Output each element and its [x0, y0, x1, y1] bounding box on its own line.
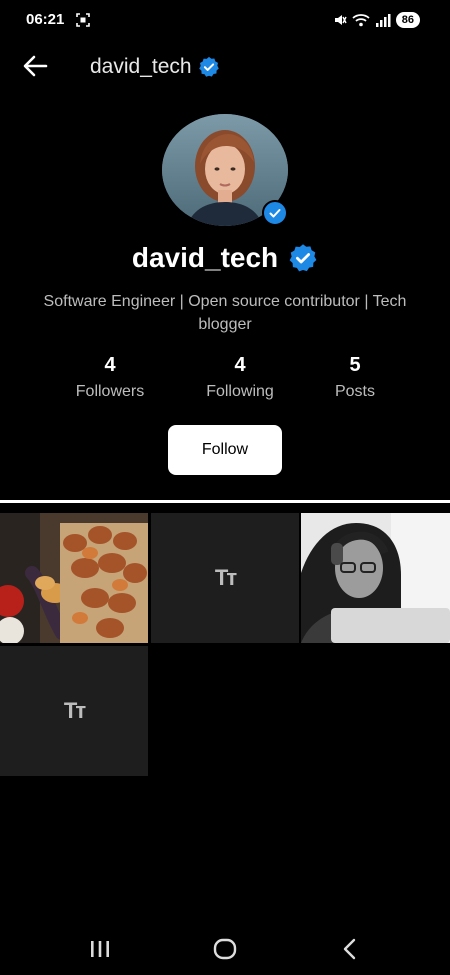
profile-name-row: david_tech	[0, 242, 450, 274]
wifi-icon	[352, 14, 370, 27]
post-thumbnail-person[interactable]	[301, 513, 450, 643]
profile-stats: 4 Followers 4 Following 5 Posts	[0, 354, 450, 410]
verified-badge-icon	[198, 56, 219, 77]
text-post-icon: Tт	[63, 698, 86, 723]
following-count: 4	[234, 354, 246, 376]
stat-following[interactable]: 4 Following	[190, 354, 290, 401]
header-title: david_tech	[90, 55, 220, 79]
post-thumbnail-text[interactable]: Tт	[151, 513, 299, 643]
status-bar: 06:21 86	[0, 0, 450, 40]
system-nav-bar	[0, 930, 450, 970]
posts-count: 5	[349, 354, 361, 376]
check-icon	[269, 209, 281, 218]
status-time: 06:21	[26, 11, 65, 28]
stat-followers[interactable]: 4 Followers	[60, 354, 160, 401]
header-username: david_tech	[90, 55, 192, 78]
posts-label: Posts	[334, 383, 375, 400]
followers-label: Followers	[75, 383, 145, 400]
screenshot-icon	[76, 13, 90, 27]
signal-icon	[375, 14, 391, 27]
person-image	[301, 513, 450, 643]
followers-count: 4	[104, 354, 116, 376]
battery-icon: 86	[395, 12, 420, 28]
divider	[0, 500, 450, 503]
mute-icon	[334, 15, 347, 25]
profile-name: david_tech	[131, 242, 279, 273]
top-app-bar: david_tech	[0, 46, 450, 86]
profile-bio: Software Engineer | Open source contribu…	[43, 293, 407, 333]
recent-apps-icon[interactable]	[85, 936, 115, 962]
follow-button[interactable]: Follow	[168, 425, 282, 475]
profile-avatar-wrap	[162, 114, 288, 226]
stat-posts[interactable]: 5 Posts	[305, 354, 405, 401]
back-icon[interactable]	[335, 936, 365, 962]
arrow-left-icon[interactable]	[22, 54, 48, 78]
home-icon[interactable]	[210, 936, 240, 962]
post-thumbnail-food[interactable]	[0, 513, 148, 643]
text-post-icon: Tт	[214, 565, 237, 590]
post-thumbnail-text[interactable]: Tт	[0, 646, 148, 776]
food-image	[0, 513, 148, 643]
following-label: Following	[206, 383, 274, 400]
status-icons: 86	[333, 12, 420, 28]
verified-badge-icon	[289, 244, 317, 272]
avatar-verified-badge	[262, 200, 288, 226]
